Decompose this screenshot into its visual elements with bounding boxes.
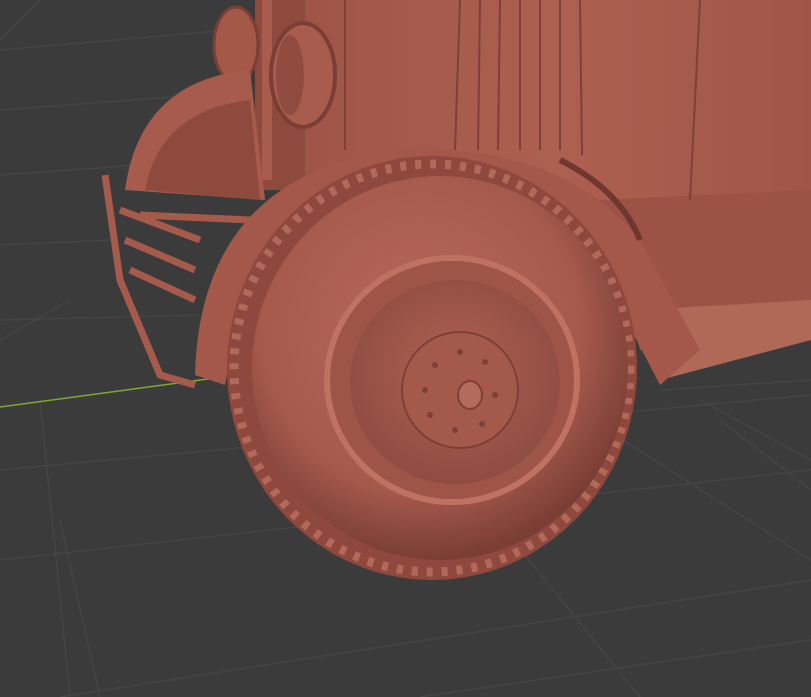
3d-viewport[interactable] bbox=[0, 0, 811, 697]
rear-left-fender bbox=[125, 70, 265, 200]
wheel-hub bbox=[401, 331, 519, 449]
viewport-canvas[interactable] bbox=[0, 0, 811, 697]
